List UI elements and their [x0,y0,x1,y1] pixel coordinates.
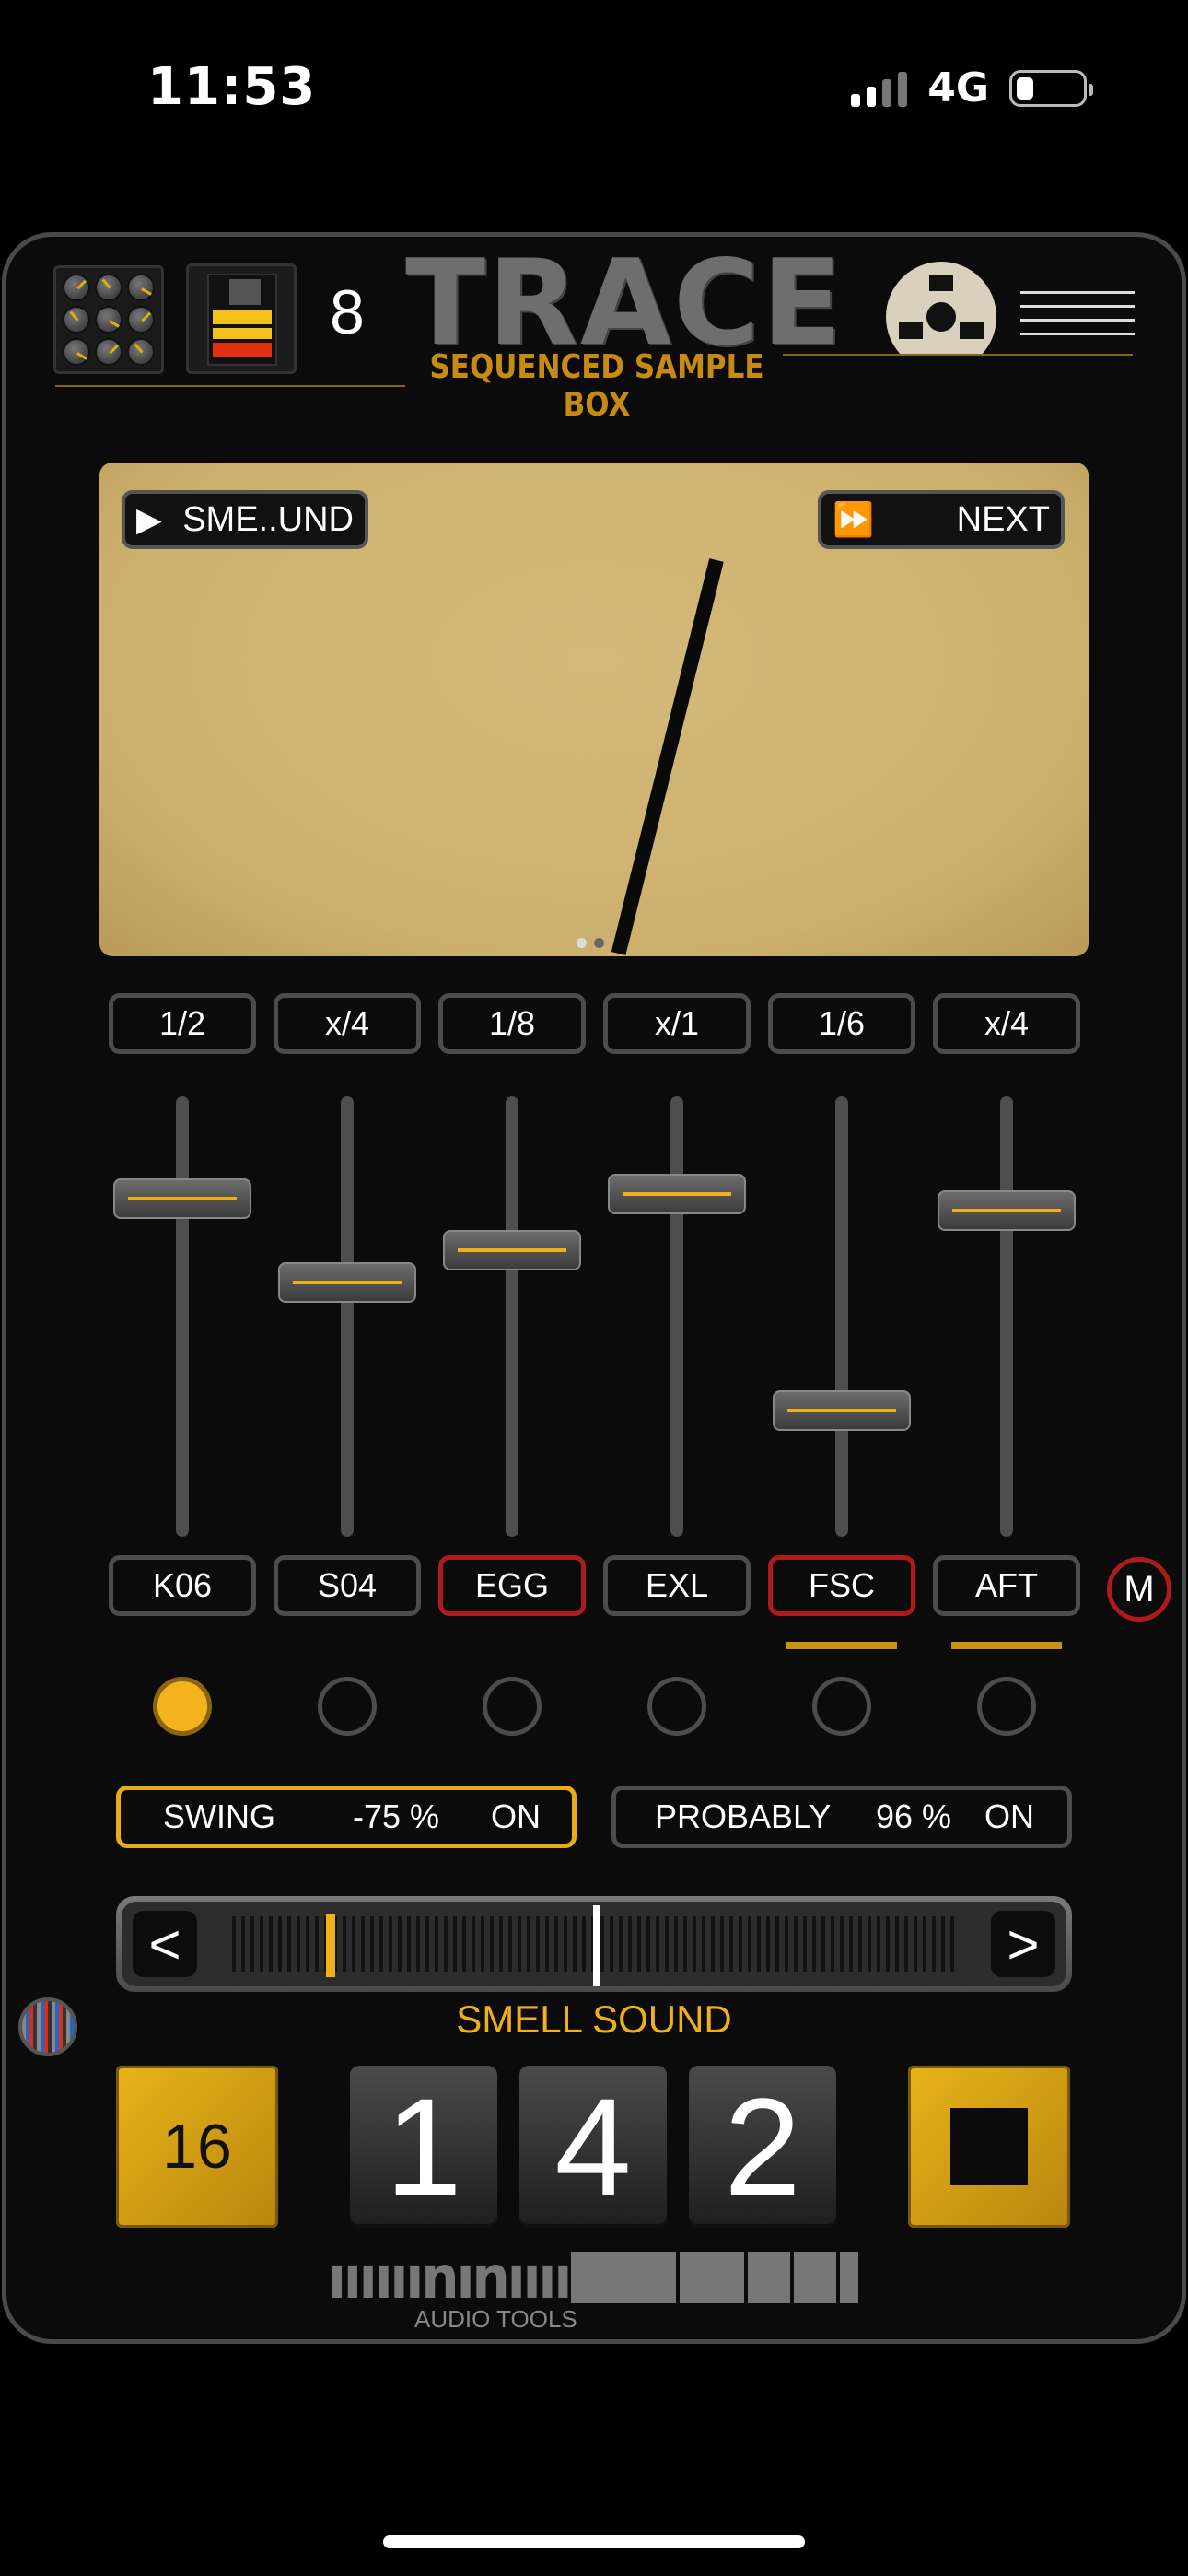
fader-track-2[interactable] [341,1096,354,1537]
step-scroller[interactable]: < > [116,1896,1072,1992]
header-divider [55,385,405,387]
app-subtitle: SEQUENCED SAMPLE BOX [429,348,764,424]
channel-name-button-4[interactable]: EXL [603,1555,751,1616]
save-button[interactable] [186,263,297,374]
scroll-right-button[interactable]: > [991,1911,1055,1977]
fader-track-1[interactable] [176,1096,189,1537]
swing-control[interactable]: SWING -75 % ON [116,1786,577,1848]
fader-track-4[interactable] [670,1096,683,1537]
division-button-4[interactable]: x/1 [603,993,751,1054]
channel-name-button-5[interactable]: FSC [768,1555,915,1616]
scroll-left-button[interactable]: < [133,1911,197,1977]
division-button-1[interactable]: 1/2 [109,993,256,1054]
channel-toggle-1[interactable] [153,1677,212,1736]
floppy-disk-icon [207,274,277,366]
knob-icon [127,337,156,366]
probability-label: PROBABLY [655,1797,832,1835]
channel-name-button-6[interactable]: AFT [933,1555,1080,1616]
knob-icon [94,274,122,302]
fader-track-5[interactable] [835,1096,848,1537]
scroller-playhead[interactable] [593,1905,600,1986]
fader-track-3[interactable] [506,1096,518,1537]
app-title: TRACE [405,235,844,372]
knob-icon [127,274,156,302]
tape-reel-icon [886,262,996,354]
home-indicator[interactable] [383,2535,805,2548]
page-indicator[interactable] [577,938,604,948]
knob-icon [62,305,90,334]
swing-state: ON [491,1797,541,1835]
channel-name-button-2[interactable]: S04 [274,1555,421,1616]
channel-toggle-3[interactable] [483,1677,542,1736]
sound-name: SMELL SOUND [456,1997,732,2041]
channel-toggle-5[interactable] [812,1677,871,1736]
swing-label: SWING [163,1797,275,1835]
division-button-2[interactable]: x/4 [274,993,421,1054]
fader-thumb-4[interactable] [608,1174,746,1214]
fader-track-6[interactable] [1000,1096,1013,1537]
knob-icon [127,305,156,334]
knob-icon [62,337,90,366]
stop-button[interactable] [908,2066,1070,2228]
channel-name-button-1[interactable]: K06 [109,1555,256,1616]
counter-digit-3[interactable]: 2 [689,2066,836,2228]
play-sound-button[interactable]: ▶ SME..UND [122,490,368,549]
knob-icon [62,274,90,302]
battery-icon [1009,69,1093,107]
play-icon: ▶ [136,500,162,539]
scroller-position-marker [326,1914,335,1977]
counter-digit-2[interactable]: 4 [519,2066,667,2228]
fader-thumb-3[interactable] [443,1230,581,1270]
channel-name-button-3[interactable]: EGG [438,1555,586,1616]
signal-icon [851,70,908,107]
fast-forward-icon: ⏩ [833,501,874,539]
tape-reel-button[interactable] [886,262,996,354]
knob-icon [94,305,122,334]
menu-button[interactable] [1020,291,1135,335]
sample-display[interactable]: ▶ SME..UND ⏩ NEXT [99,463,1089,956]
next-label: NEXT [956,499,1050,539]
probability-state: ON [984,1797,1034,1835]
fader-thumb-2[interactable] [278,1262,416,1303]
bank-number[interactable]: 8 [330,276,365,348]
brand-logo: ıııııınınıııı [328,2242,858,2313]
division-button-3[interactable]: 1/8 [438,993,586,1054]
meter-needle [611,558,724,955]
play-sound-label: SME..UND [182,499,354,539]
fader-thumb-1[interactable] [113,1178,251,1219]
master-mute-button[interactable]: M [1107,1557,1171,1622]
network-type: 4G [927,64,989,111]
channel-marker-5 [786,1642,897,1649]
knobs-grid-button[interactable] [53,265,164,374]
header-divider [783,354,1133,356]
brand-wordmark: ıııııınınıııı [328,2242,572,2313]
fader-thumb-5[interactable] [773,1390,911,1431]
steps-button[interactable]: 16 [116,2066,278,2228]
next-button[interactable]: ⏩ NEXT [818,490,1065,549]
probability-control[interactable]: PROBABLY 96 % ON [611,1786,1072,1848]
brand-subtitle: AUDIO TOOLS [414,2305,577,2333]
swing-value: -75 % [353,1797,440,1835]
fader-thumb-6[interactable] [938,1190,1076,1231]
division-button-6[interactable]: x/4 [933,993,1080,1054]
status-time: 11:53 [147,57,317,117]
counter-digit-1[interactable]: 1 [350,2066,497,2228]
channel-marker-6 [951,1642,1062,1649]
channel-toggle-2[interactable] [318,1677,377,1736]
channel-toggle-6[interactable] [977,1677,1036,1736]
knob-icon [94,337,122,366]
probability-value: 96 % [876,1797,952,1835]
stop-icon [950,2108,1028,2185]
channel-toggle-4[interactable] [647,1677,706,1736]
division-button-5[interactable]: 1/6 [768,993,915,1054]
status-indicators: 4G [851,64,1093,111]
